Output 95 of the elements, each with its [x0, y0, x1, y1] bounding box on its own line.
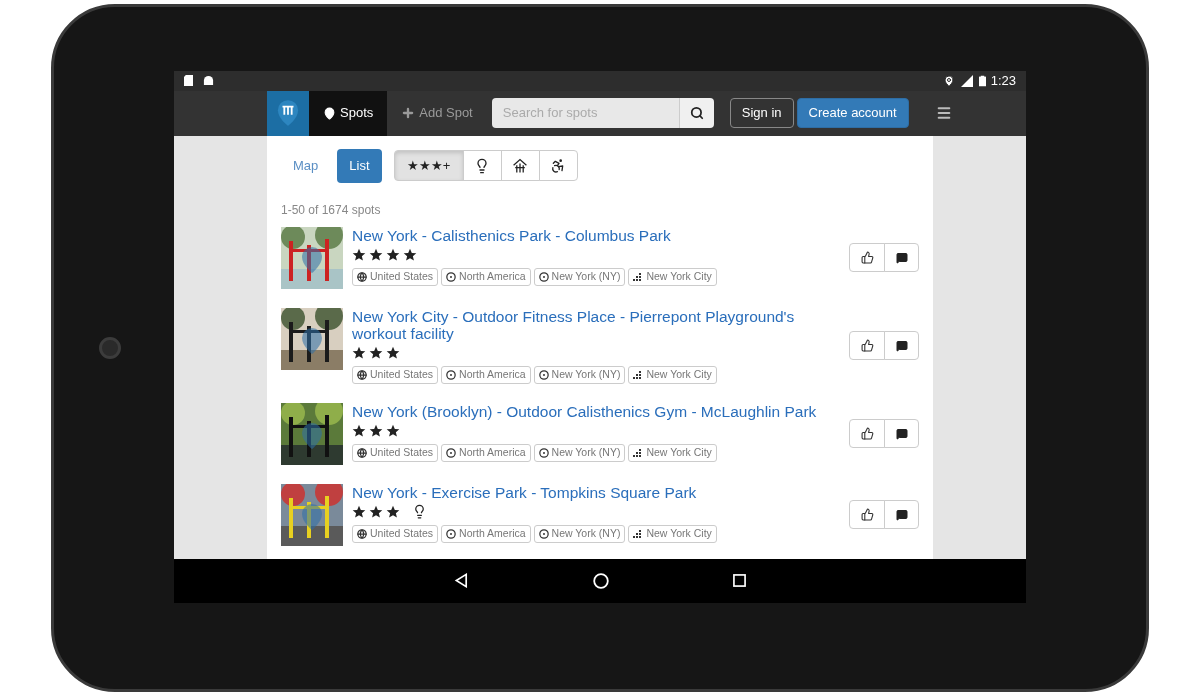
star-icon [403, 247, 417, 262]
clock: 1:23 [990, 71, 1016, 90]
location-tag[interactable]: United States [352, 443, 439, 462]
star-icon [386, 345, 400, 360]
target-icon [446, 528, 457, 539]
location-tag[interactable]: United States [352, 267, 439, 286]
location-tag[interactable]: North America [441, 365, 531, 384]
star-icon [386, 504, 400, 519]
globe-icon [357, 528, 367, 539]
menu-icon[interactable] [935, 104, 952, 121]
star-icon [352, 504, 366, 519]
sign-in-button[interactable]: Sign in [729, 97, 794, 128]
star-icon [369, 247, 383, 262]
filter-button[interactable] [500, 150, 540, 181]
location-tag[interactable]: North America [441, 267, 531, 286]
location-tag[interactable]: North America [441, 443, 531, 462]
battery-icon [978, 74, 986, 87]
bars-icon [633, 447, 644, 458]
target-icon [446, 447, 457, 458]
location-tag[interactable]: New York City [628, 443, 717, 462]
view-tab[interactable]: List [337, 148, 382, 183]
target-icon [538, 369, 549, 380]
comment-button[interactable] [884, 419, 919, 448]
location-tag[interactable]: New York City [628, 365, 717, 384]
spot-title-link[interactable]: New York (Brooklyn) - Outdoor Calisthenics Gym - McLaughlin Park [352, 402, 822, 420]
location-tag[interactable]: New York City [628, 267, 717, 286]
star-icon [352, 345, 366, 360]
comment-button[interactable] [884, 500, 919, 529]
star-icon [386, 247, 400, 262]
location-tag[interactable]: New York (NY) [533, 365, 626, 384]
target-icon [446, 369, 457, 380]
like-button[interactable] [849, 331, 885, 360]
star-icon [352, 247, 366, 262]
location-tag[interactable]: New York City [628, 524, 717, 543]
thumbs-up-icon [860, 508, 874, 521]
search-icon [689, 105, 704, 120]
back-icon[interactable] [454, 573, 469, 588]
location-tag[interactable]: United States [352, 365, 439, 384]
map-pin-icon [323, 106, 336, 120]
like-button[interactable] [849, 243, 885, 272]
target-icon [538, 271, 549, 282]
pin-icon [277, 99, 299, 127]
view-tab[interactable]: Map [281, 148, 331, 183]
globe-icon [357, 369, 367, 380]
globe-icon [357, 271, 367, 282]
speech-bubble-icon [895, 339, 908, 352]
speech-bubble-icon [895, 427, 908, 440]
logo[interactable] [267, 90, 309, 136]
home-icon[interactable] [593, 572, 609, 589]
globe-icon [357, 447, 367, 458]
target-icon [446, 271, 457, 282]
star-icon [369, 423, 383, 438]
android-icon [203, 75, 214, 86]
star-icon [386, 423, 400, 438]
like-button[interactable] [849, 419, 885, 448]
search-button[interactable] [678, 97, 714, 128]
speech-bubble-icon [895, 508, 908, 521]
house-icon [512, 157, 529, 174]
star-icon [369, 345, 383, 360]
nav-tab[interactable]: Spots [309, 90, 388, 136]
filter-button[interactable] [462, 150, 502, 181]
camera-icon [99, 336, 121, 359]
comment-button[interactable] [884, 331, 919, 360]
plus-icon [401, 106, 416, 120]
location-tag[interactable]: United States [352, 524, 439, 543]
bars-icon [633, 369, 644, 380]
spot-title-link[interactable]: New York - Exercise Park - Tompkins Square Park [352, 483, 822, 501]
recent-apps-icon[interactable] [733, 574, 746, 587]
location-tag[interactable]: New York (NY) [533, 267, 626, 286]
sd-card-icon [184, 75, 193, 86]
spot-title-link[interactable]: New York City - Outdoor Fitness Place - Pierrepont Playground's workout facility [352, 307, 822, 342]
filter-button[interactable]: ★★★+ [393, 150, 464, 181]
location-icon [942, 74, 955, 87]
search-field[interactable]: Search for spots [491, 97, 679, 128]
location-tag[interactable]: North America [441, 524, 531, 543]
thumbs-up-icon [860, 251, 874, 264]
star-icon [352, 423, 366, 438]
star-icon [369, 504, 383, 519]
location-tag[interactable]: New York (NY) [533, 443, 626, 462]
speech-bubble-icon [895, 251, 908, 264]
create-account-button[interactable]: Create account [796, 97, 909, 128]
bars-icon [633, 528, 644, 539]
target-icon [538, 447, 549, 458]
filter-button[interactable] [538, 150, 578, 181]
thumbs-up-icon [860, 427, 874, 440]
signal-icon [960, 74, 973, 87]
like-button[interactable] [849, 500, 885, 529]
thumbs-up-icon [860, 339, 874, 352]
bars-icon [633, 271, 644, 282]
nav-tab[interactable]: Add Spot [387, 90, 487, 136]
location-tag[interactable]: New York (NY) [533, 524, 626, 543]
spot-title-link[interactable]: New York - Calisthenics Park - Columbus Park [352, 226, 822, 244]
target-icon [538, 528, 549, 539]
result-count: 1-50 of 1674 spots [281, 201, 382, 219]
comment-button[interactable] [884, 243, 919, 272]
